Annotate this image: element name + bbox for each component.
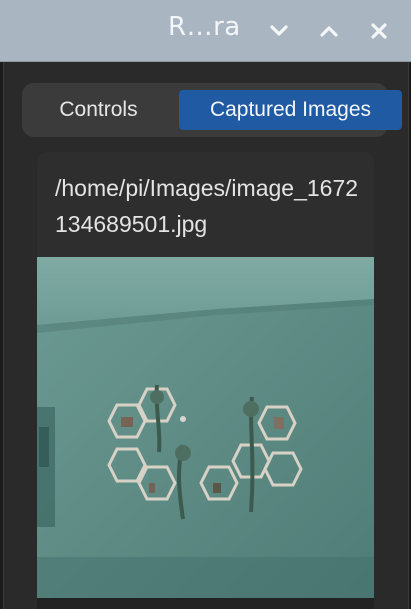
captured-photo-image: [37, 257, 374, 598]
close-icon: [371, 23, 387, 39]
panel-bottom-edge: [37, 598, 374, 609]
minimize-button[interactable]: [264, 14, 294, 48]
title-bar[interactable]: R…ra: [0, 0, 411, 62]
tab-bar: Controls Captured Images: [22, 83, 402, 137]
captured-image[interactable]: [37, 257, 374, 598]
chevron-down-icon: [270, 25, 288, 36]
window-title: R…ra: [168, 12, 241, 42]
image-path-label: /home/pi/Images/image_1672134689501.jpg: [55, 175, 359, 237]
close-button[interactable]: [364, 14, 394, 48]
chevron-up-icon: [320, 26, 338, 37]
tab-captured-images[interactable]: Captured Images: [179, 90, 402, 130]
tab-controls[interactable]: Controls: [32, 90, 165, 130]
maximize-button[interactable]: [314, 14, 344, 48]
